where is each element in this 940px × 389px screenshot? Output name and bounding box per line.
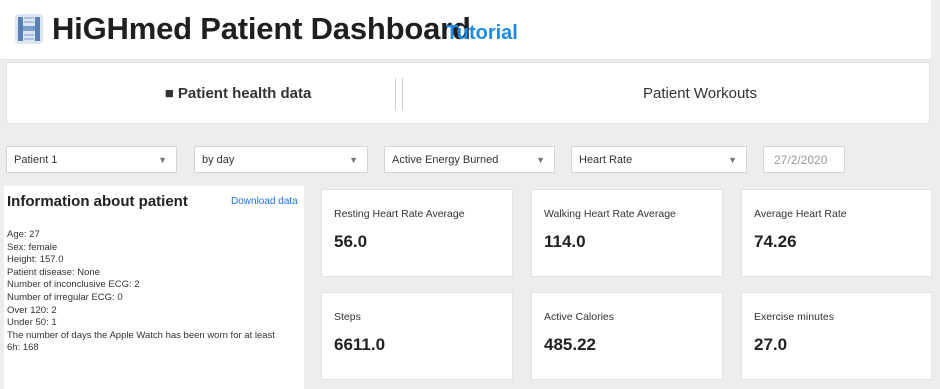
metric-select-2-value: Heart Rate — [579, 153, 633, 166]
download-data-link[interactable]: Download data — [231, 196, 298, 207]
patient-select[interactable]: Patient 1 ▼ — [6, 146, 177, 173]
patient-info-line: Number of inconclusive ECG: 2 — [7, 279, 140, 291]
patient-info-line: The number of days the Apple Watch has b… — [7, 329, 275, 341]
metric-select-1-value: Active Energy Burned — [392, 153, 499, 166]
patient-info-list: Age: 27 Sex: female Height: 157.0 Patien… — [7, 229, 303, 355]
patient-info-line: Under 50: 1 — [7, 317, 57, 329]
patient-info-title: Information about patient — [7, 193, 188, 210]
tab-divider — [395, 78, 396, 110]
chevron-down-icon: ▼ — [158, 155, 167, 165]
tab-divider — [402, 78, 403, 110]
patient-info-line: 6h: 168 — [7, 342, 39, 354]
tab-patient-health-data[interactable]: ■ Patient health data — [7, 63, 469, 123]
patient-info-panel: Information about patient Download data … — [4, 186, 304, 389]
tutorial-link[interactable]: Tutorial — [446, 22, 518, 45]
chevron-down-icon: ▼ — [728, 155, 737, 165]
metric-select-1[interactable]: Active Energy Burned ▼ — [384, 146, 555, 173]
stat-label: Walking Heart Rate Average — [544, 208, 676, 220]
patient-info-line: Over 120: 2 — [7, 304, 57, 316]
page-title: HiGHmed Patient Dashboard — [52, 11, 471, 46]
stat-value: 74.26 — [754, 232, 797, 251]
date-value: 27/2/2020 — [774, 152, 828, 167]
stat-card-exercise-minutes: Exercise minutes 27.0 — [741, 292, 932, 380]
date-picker-input[interactable]: 27/2/2020 — [763, 146, 845, 173]
stat-value: 485.22 — [544, 335, 596, 354]
highmed-logo-icon — [15, 14, 43, 44]
stat-value: 114.0 — [544, 232, 586, 251]
app-header: HiGHmed Patient Dashboard Tutorial — [0, 0, 931, 60]
stat-card-walking-heart-rate: Walking Heart Rate Average 114.0 — [531, 189, 723, 277]
period-select-value: by day — [202, 153, 235, 166]
stat-label: Resting Heart Rate Average — [334, 208, 465, 220]
chevron-down-icon: ▼ — [536, 155, 545, 165]
stat-value: 6611.0 — [334, 335, 386, 354]
patient-info-line: Sex: female — [7, 241, 58, 253]
stat-label: Average Heart Rate — [754, 208, 847, 220]
tab-bar: ■ Patient health data Patient Workouts — [6, 62, 930, 124]
stat-card-active-calories: Active Calories 485.22 — [531, 292, 723, 380]
stat-card-average-heart-rate: Average Heart Rate 74.26 — [741, 189, 932, 277]
patient-select-value: Patient 1 — [14, 153, 58, 166]
stat-card-steps: Steps 6611.0 — [321, 292, 513, 380]
metric-select-2[interactable]: Heart Rate ▼ — [571, 146, 747, 173]
stat-label: Steps — [334, 311, 361, 323]
stat-card-resting-heart-rate: Resting Heart Rate Average 56.0 — [321, 189, 513, 277]
stat-label: Exercise minutes — [754, 311, 834, 323]
patient-info-line: Patient disease: None — [7, 266, 100, 278]
patient-info-line: Age: 27 — [7, 229, 40, 240]
stat-label: Active Calories — [544, 311, 615, 323]
patient-info-line: Number of irregular ECG: 0 — [7, 291, 123, 303]
stat-value: 27.0 — [754, 335, 788, 354]
chevron-down-icon: ▼ — [349, 155, 358, 165]
tab-patient-workouts[interactable]: Patient Workouts — [469, 63, 931, 123]
stat-value: 56.0 — [334, 232, 368, 251]
patient-info-line: Height: 157.0 — [7, 254, 64, 266]
period-select[interactable]: by day ▼ — [194, 146, 368, 173]
